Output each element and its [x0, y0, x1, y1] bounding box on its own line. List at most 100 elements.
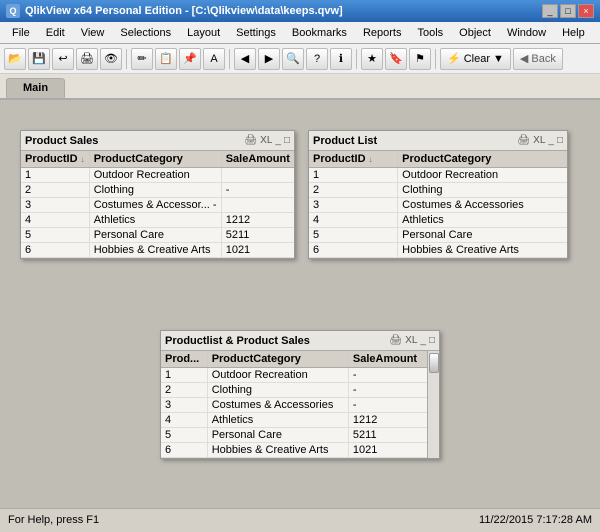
app-icon: Q [6, 4, 20, 18]
cell-id: 6 [309, 243, 398, 258]
minimize-list-panel-button[interactable]: _ [548, 135, 554, 146]
menu-window[interactable]: Window [499, 25, 554, 41]
bookmark-button[interactable]: 🔖 [385, 48, 407, 70]
cell-id: 4 [309, 213, 398, 228]
menu-view[interactable]: View [73, 25, 113, 41]
maximize-button[interactable]: □ [560, 4, 576, 18]
col-productcategory-combined[interactable]: ProductCategory [207, 351, 348, 368]
productlist-sales-panel: Productlist & Product Sales 🖨 XL _ □ Pro… [160, 330, 440, 459]
xl-export-button[interactable]: XL [260, 135, 272, 146]
product-sales-panel: Product Sales 🖨 XL _ □ ProductID ↓ Produ… [20, 130, 295, 259]
datetime-text: 11/22/2015 7:17:28 AM [479, 514, 592, 526]
print-button[interactable]: 🖨 [76, 48, 98, 70]
print-panel-list-icon[interactable]: 🖨 [517, 135, 530, 146]
menu-edit[interactable]: Edit [38, 25, 73, 41]
menu-help[interactable]: Help [554, 25, 593, 41]
cell-category: Costumes & Accessories [398, 198, 567, 213]
forward-nav-button[interactable]: ▶ [258, 48, 280, 70]
cell-id: 3 [21, 198, 89, 213]
tab-bar: Main [0, 74, 600, 100]
toolbar-separator-3 [356, 49, 357, 69]
col-productcategory-list[interactable]: ProductCategory [398, 151, 567, 168]
copy-button[interactable]: 📋 [155, 48, 177, 70]
minimize-button[interactable]: _ [542, 4, 558, 18]
toolbar-separator-4 [435, 49, 436, 69]
menu-object[interactable]: Object [451, 25, 499, 41]
back-button[interactable]: ◀ Back [513, 48, 563, 70]
paste-button[interactable]: 📌 [179, 48, 201, 70]
cell-amount: 1021 [221, 243, 294, 258]
window-title: QlikView x64 Personal Edition - [C:\Qlik… [25, 5, 343, 17]
close-button[interactable]: × [578, 4, 594, 18]
maximize-panel-button[interactable]: □ [284, 135, 290, 146]
product-sales-table: ProductID ↓ ProductCategory SaleAmount 1… [21, 151, 294, 258]
col-productid-list[interactable]: ProductID ↓ [309, 151, 398, 168]
format-button[interactable]: A [203, 48, 225, 70]
title-bar-left: Q QlikView x64 Personal Edition - [C:\Ql… [6, 4, 343, 18]
cell-id: 1 [309, 168, 398, 183]
undo-button[interactable]: ↩ [52, 48, 74, 70]
cell-category: Personal Care [207, 428, 348, 443]
menu-selections[interactable]: Selections [112, 25, 179, 41]
help-text: For Help, press F1 [8, 514, 99, 526]
title-bar-controls[interactable]: _ □ × [542, 4, 594, 18]
minimize-combined-panel-button[interactable]: _ [420, 335, 426, 346]
cell-category: Outdoor Recreation [398, 168, 567, 183]
menu-file[interactable]: File [4, 25, 38, 41]
menu-reports[interactable]: Reports [355, 25, 410, 41]
cell-category: Clothing [398, 183, 567, 198]
menu-layout[interactable]: Layout [179, 25, 228, 41]
cell-amount: 1212 [221, 213, 294, 228]
cell-id: 3 [309, 198, 398, 213]
print-panel-icon[interactable]: 🖨 [244, 135, 257, 146]
help-button[interactable]: ? [306, 48, 328, 70]
product-list-header: Product List 🖨 XL _ □ [309, 131, 567, 151]
preview-button[interactable]: 👁 [100, 48, 122, 70]
print-combined-panel-icon[interactable]: 🖨 [389, 335, 402, 346]
cell-amount: - [221, 183, 294, 198]
xl-combined-export-button[interactable]: XL [405, 335, 417, 346]
table-row: 3 Costumes & Accessories - [161, 398, 427, 413]
clear-dropdown-icon: ▼ [493, 53, 504, 65]
table-row: 2 Clothing [309, 183, 567, 198]
cell-id: 5 [161, 428, 207, 443]
cell-id: 1 [161, 368, 207, 383]
col-productid[interactable]: ProductID ↓ [21, 151, 89, 168]
open-button[interactable]: 📂 [4, 48, 26, 70]
menu-bookmarks[interactable]: Bookmarks [284, 25, 355, 41]
cell-amount: - [348, 398, 427, 413]
table-row: 4 Athletics 1212 [21, 213, 294, 228]
menu-tools[interactable]: Tools [409, 25, 451, 41]
back-nav-button[interactable]: ◀ [234, 48, 256, 70]
scrollbar-vertical[interactable] [427, 351, 439, 458]
product-list-table: ProductID ↓ ProductCategory 1 Outdoor Re… [309, 151, 567, 258]
xl-list-export-button[interactable]: XL [533, 135, 545, 146]
product-sales-header: Product Sales 🖨 XL _ □ [21, 131, 294, 151]
tab-main[interactable]: Main [6, 78, 65, 98]
scrollbar-thumb[interactable] [429, 353, 439, 373]
flag-button[interactable]: ⚑ [409, 48, 431, 70]
table-row: 1 Outdoor Recreation [309, 168, 567, 183]
col-productcategory[interactable]: ProductCategory [89, 151, 221, 168]
menu-settings[interactable]: Settings [228, 25, 284, 41]
cell-category: Personal Care [398, 228, 567, 243]
maximize-list-panel-button[interactable]: □ [557, 135, 563, 146]
cell-id: 4 [21, 213, 89, 228]
col-saleamount-combined[interactable]: SaleAmount [348, 351, 427, 368]
save-button[interactable]: 💾 [28, 48, 50, 70]
cell-id: 5 [309, 228, 398, 243]
col-prod[interactable]: Prod... [161, 351, 207, 368]
search-button[interactable]: 🔍 [282, 48, 304, 70]
clear-button[interactable]: ⚡ Clear ▼ [440, 48, 511, 70]
col-saleamount[interactable]: SaleAmount [221, 151, 294, 168]
edit-button[interactable]: ✏ [131, 48, 153, 70]
star-button[interactable]: ★ [361, 48, 383, 70]
clear-icon: ⚡ [447, 52, 461, 65]
table-row: 1 Outdoor Recreation [21, 168, 294, 183]
minimize-panel-button[interactable]: _ [275, 135, 281, 146]
product-list-panel: Product List 🖨 XL _ □ ProductID ↓ Produc… [308, 130, 568, 259]
cell-id: 2 [161, 383, 207, 398]
cell-amount: 1212 [348, 413, 427, 428]
maximize-combined-panel-button[interactable]: □ [429, 335, 435, 346]
info-button[interactable]: ℹ [330, 48, 352, 70]
